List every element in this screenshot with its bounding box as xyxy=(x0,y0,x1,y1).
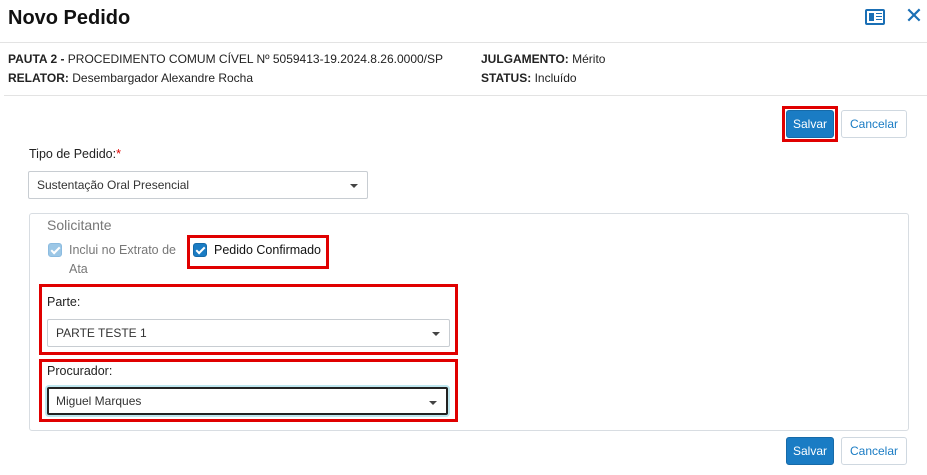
panel-toggle-icon[interactable] xyxy=(865,9,885,25)
close-icon[interactable]: ✕ xyxy=(903,4,925,28)
process-info: PAUTA 2 - PROCEDIMENTO COMUM CÍVEL Nº 50… xyxy=(8,50,443,88)
relator-value: Desembargador Alexandre Rocha xyxy=(72,71,254,85)
status-value: Incluído xyxy=(534,71,577,85)
chevron-down-icon xyxy=(429,401,437,405)
status-line: STATUS: Incluído xyxy=(481,69,605,88)
cancel-button-bottom[interactable]: Cancelar xyxy=(841,437,907,465)
status-label: STATUS: xyxy=(481,71,532,85)
chevron-down-icon xyxy=(432,332,440,336)
pedido-confirmado-label: Pedido Confirmado xyxy=(214,243,322,257)
inclui-extrato-label-line2: Ata xyxy=(69,262,88,276)
parte-label: Parte: xyxy=(47,295,81,309)
relator-label: RELATOR: xyxy=(8,71,69,85)
pauta-value: PROCEDIMENTO COMUM CÍVEL Nº 5059413-19.2… xyxy=(67,52,444,66)
dialog-header: Novo Pedido ✕ xyxy=(0,0,927,43)
judgment-info: JULGAMENTO: Mérito STATUS: Incluído xyxy=(481,50,605,88)
tipo-pedido-label: Tipo de Pedido:* xyxy=(29,147,121,161)
procurador-value: Miguel Marques xyxy=(56,394,142,408)
inclui-extrato-label-line1: Inclui no Extrato de xyxy=(69,243,177,257)
chevron-down-icon xyxy=(350,184,358,188)
pauta-line: PAUTA 2 - PROCEDIMENTO COMUM CÍVEL Nº 50… xyxy=(8,50,443,69)
pauta-label: PAUTA 2 - xyxy=(8,52,65,66)
procurador-label: Procurador: xyxy=(47,364,113,378)
required-marker: * xyxy=(116,147,121,161)
cancel-button-top[interactable]: Cancelar xyxy=(841,110,907,138)
tipo-pedido-select[interactable]: Sustentação Oral Presencial xyxy=(28,171,368,199)
parte-select[interactable]: PARTE TESTE 1 xyxy=(47,319,450,347)
tipo-pedido-label-text: Tipo de Pedido: xyxy=(29,147,117,161)
save-button-top[interactable]: Salvar xyxy=(786,110,834,138)
julgamento-value: Mérito xyxy=(572,52,606,66)
julgamento-label: JULGAMENTO: xyxy=(481,52,569,66)
parte-value: PARTE TESTE 1 xyxy=(56,326,147,340)
divider xyxy=(4,95,927,96)
tipo-pedido-value: Sustentação Oral Presencial xyxy=(37,178,190,192)
inclui-extrato-checkbox[interactable] xyxy=(48,243,62,257)
inclui-extrato-label: Inclui no Extrato de Ata xyxy=(69,241,176,279)
relator-line: RELATOR: Desembargador Alexandre Rocha xyxy=(8,69,443,88)
save-button-bottom[interactable]: Salvar xyxy=(786,437,834,465)
solicitante-title: Solicitante xyxy=(47,217,112,233)
julgamento-line: JULGAMENTO: Mérito xyxy=(481,50,605,69)
procurador-select[interactable]: Miguel Marques xyxy=(47,387,448,415)
dialog-title: Novo Pedido xyxy=(8,7,131,29)
pedido-confirmado-checkbox[interactable] xyxy=(193,243,207,257)
